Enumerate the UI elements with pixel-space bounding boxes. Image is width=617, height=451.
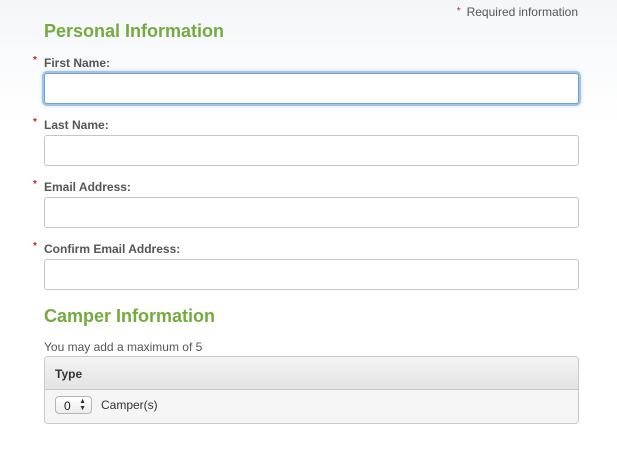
camper-maximum-note: You may add a maximum of 5: [44, 340, 203, 354]
required-star-icon: *: [33, 55, 37, 66]
required-star-icon: *: [33, 179, 37, 190]
camper-count-select[interactable]: 0 ▲ ▼: [55, 396, 92, 414]
required-star-icon: *: [33, 117, 37, 128]
last-name-label-text: Last Name:: [44, 118, 109, 132]
required-information-note: * Required information: [457, 5, 578, 19]
first-name-label-text: First Name:: [44, 56, 111, 70]
required-star-icon: *: [33, 241, 37, 252]
confirm-email-label: * Confirm Email Address:: [33, 241, 181, 256]
personal-information-heading: Personal Information: [44, 21, 225, 41]
up-down-arrows-icon: ▲ ▼: [79, 398, 86, 412]
camper-information-heading: Camper Information: [44, 306, 216, 326]
email-address-label-text: Email Address:: [44, 180, 131, 194]
email-address-label: * Email Address:: [33, 179, 131, 194]
camper-count-value: 0: [64, 399, 71, 413]
email-address-input[interactable]: [44, 197, 579, 228]
camper-table-header: Type: [45, 357, 578, 390]
last-name-input[interactable]: [44, 135, 579, 166]
required-star-icon: *: [456, 6, 461, 17]
camper-type-label: Camper(s): [101, 398, 158, 412]
last-name-label: * Last Name:: [33, 117, 109, 132]
type-column-header: Type: [55, 367, 83, 381]
camper-table: Type 0 ▲ ▼ Camper(s): [44, 356, 579, 424]
first-name-input[interactable]: [44, 73, 579, 104]
confirm-email-label-text: Confirm Email Address:: [44, 242, 181, 256]
confirm-email-input[interactable]: [44, 259, 579, 290]
first-name-label: * First Name:: [33, 55, 111, 70]
required-information-text: Required information: [466, 5, 578, 19]
camper-row: 0 ▲ ▼ Camper(s): [45, 390, 578, 423]
